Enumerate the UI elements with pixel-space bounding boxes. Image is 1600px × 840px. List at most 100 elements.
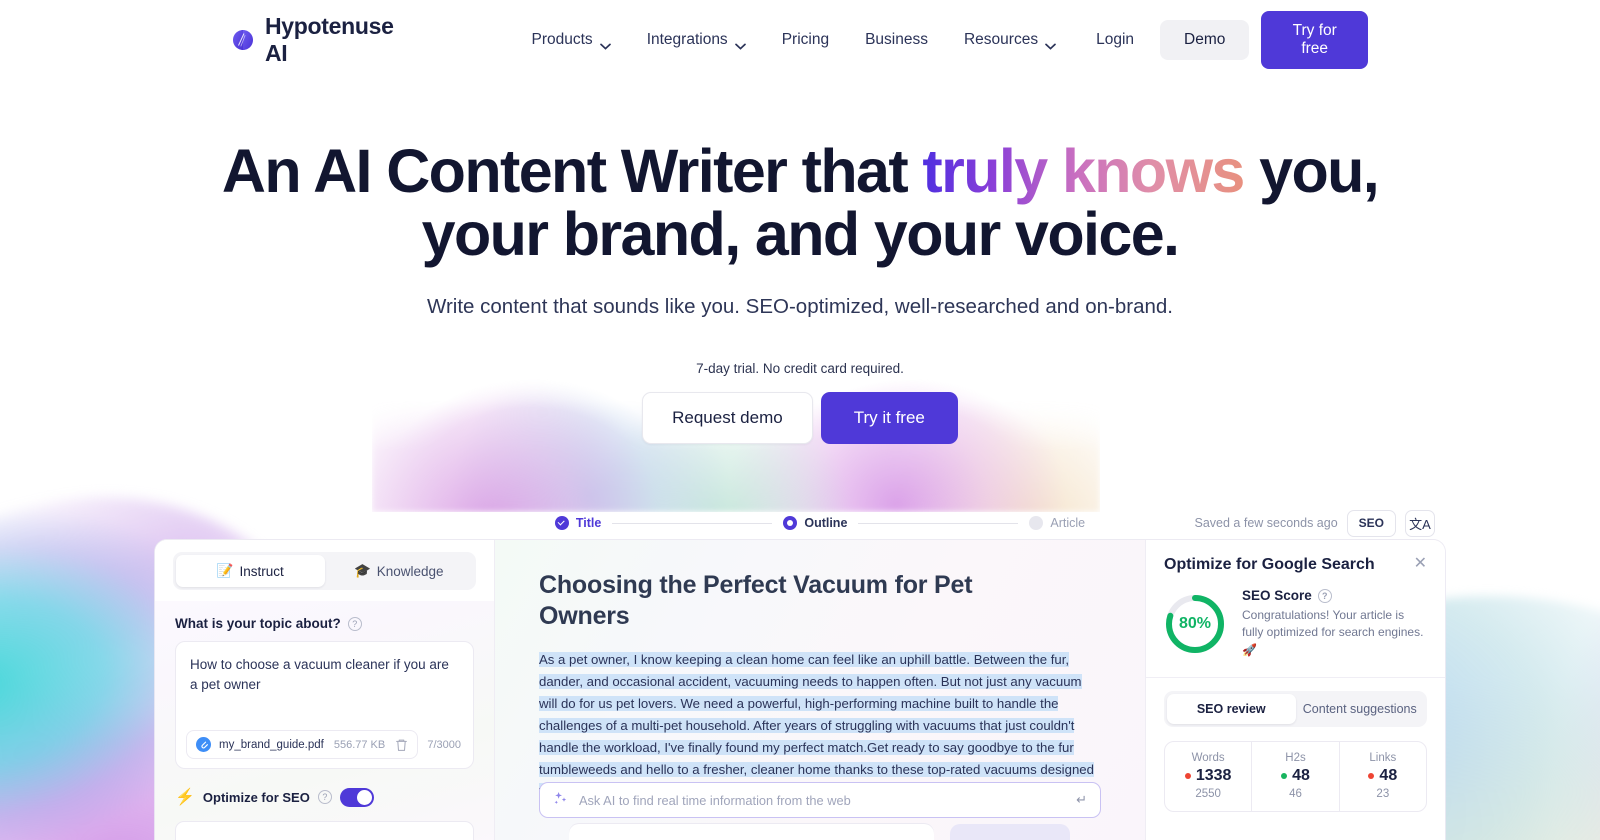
status-dot: [1184, 773, 1191, 780]
seo-panel-header: Optimize for Google Search ✕: [1146, 540, 1445, 574]
tab-label: Knowledge: [376, 563, 444, 579]
nav-item-products[interactable]: Products: [514, 23, 629, 57]
request-demo-button[interactable]: Request demo: [642, 391, 813, 444]
panel-tabs: 📝 Instruct 🎓 Knowledge: [173, 552, 476, 590]
seo-score-ring: 80%: [1164, 593, 1226, 655]
tab-instruct[interactable]: 📝 Instruct: [176, 555, 325, 587]
topic-input-value: How to choose a vacuum cleaner if you ar…: [190, 657, 449, 692]
topic-field-header: What is your topic about? ?: [155, 601, 494, 631]
document-title[interactable]: Choosing the Perfect Vacuum for Pet Owne…: [539, 570, 1009, 632]
help-icon[interactable]: ?: [1317, 588, 1332, 603]
seo-toggle-button[interactable]: SEO: [1346, 509, 1396, 537]
app-toolbar: Title Outline Article Saved a few second…: [155, 506, 1445, 540]
lightning-icon: ⚡: [175, 789, 195, 806]
saved-status: Saved a few seconds ago: [1194, 516, 1338, 530]
hero-section: An AI Content Writer that truly knows yo…: [0, 80, 1600, 444]
nav-label: Pricing: [781, 31, 830, 48]
chevron-down-icon: [734, 37, 746, 50]
character-counter: 7/3000: [427, 738, 461, 751]
optimize-seo-switch[interactable]: [339, 787, 374, 807]
seo-score-label: SEO Score: [1242, 588, 1312, 603]
optimize-seo-row: ⚡ Optimize for SEO ?: [155, 769, 494, 807]
seo-score-title-row: SEO Score ?: [1242, 588, 1427, 603]
app-preview: Title Outline Article Saved a few second…: [155, 506, 1445, 840]
seo-score-description: Congratulations! Your article is fully o…: [1242, 608, 1424, 657]
radio-idle-icon: [1029, 516, 1044, 530]
hero-subtitle: Write content that sounds like you. SEO-…: [427, 294, 1173, 318]
nav-label: Business: [865, 31, 928, 48]
tab-knowledge[interactable]: 🎓 Knowledge: [325, 555, 474, 587]
tab-seo-review[interactable]: SEO review: [1167, 694, 1296, 725]
workflow-stepper: Title Outline Article: [515, 516, 1085, 530]
stepper-connector: [612, 522, 773, 524]
nav-item-resources[interactable]: Resources: [946, 23, 1074, 57]
ask-ai-placeholder: Ask AI to find real time information fro…: [579, 792, 851, 808]
optimize-seo-label: Optimize for SEO: [202, 789, 310, 805]
seo-panel-title: Optimize for Google Search: [1164, 556, 1375, 573]
page-title: An AI Content Writer that truly knows yo…: [210, 137, 1390, 267]
secondary-field-placeholder[interactable]: [175, 821, 474, 840]
document-body-selected-text[interactable]: As a pet owner, I know keeping a clean h…: [539, 652, 1094, 799]
attachment-row: my_brand_guide.pdf 556.77 KB 7/3000: [186, 730, 461, 759]
headline-gradient-text: truly knows: [922, 137, 1245, 205]
seo-score-row: 80% SEO Score ? Congratulations! Your ar…: [1146, 574, 1445, 679]
brand-logo[interactable]: Hypotenuse AI: [232, 13, 414, 67]
topic-input[interactable]: How to choose a vacuum cleaner if you ar…: [175, 641, 474, 769]
editor-card-placeholder-2: [950, 824, 1070, 840]
primary-nav: Products Integrations Pricing Business R…: [514, 23, 1075, 57]
stepper-connector: [858, 522, 1019, 524]
demo-button[interactable]: Demo: [1160, 20, 1250, 60]
step-label: Article: [1050, 516, 1086, 530]
metric-target: 2550: [1195, 788, 1221, 801]
step-outline[interactable]: Outline: [783, 516, 847, 530]
try-for-free-button[interactable]: Try for free: [1261, 11, 1368, 69]
graduation-cap-icon: 🎓: [353, 563, 371, 578]
nav-label: Products: [531, 31, 593, 48]
metric-label: Words: [1191, 752, 1225, 765]
nav-label: Integrations: [646, 31, 728, 48]
metric-label: H2s: [1285, 752, 1306, 765]
metric-target: 46: [1289, 788, 1302, 801]
metric-target: 23: [1376, 788, 1390, 801]
metric-value-row: 48: [1254, 767, 1336, 785]
hypotenuse-logo-icon: [232, 29, 254, 51]
chevron-down-icon: [1045, 37, 1056, 50]
translate-icon-button[interactable]: 文A: [1405, 509, 1435, 537]
chevron-down-icon: [599, 37, 611, 50]
trash-icon[interactable]: [395, 738, 408, 752]
sparkles-icon: [553, 790, 569, 811]
metric-value: 1338: [1195, 767, 1232, 785]
nav-item-pricing[interactable]: Pricing: [764, 23, 847, 57]
login-link[interactable]: Login: [1074, 22, 1156, 58]
file-name: my_brand_guide.pdf: [219, 738, 324, 751]
ask-ai-input[interactable]: Ask AI to find real time information fro…: [539, 782, 1101, 818]
brand-name: Hypotenuse AI: [265, 13, 394, 66]
tab-label: Instruct: [239, 563, 284, 579]
nav-item-business[interactable]: Business: [847, 23, 946, 57]
site-header: Hypotenuse AI Products Integrations Pric…: [0, 0, 1600, 80]
step-label: Outline: [804, 516, 848, 530]
hero-cta-group: Request demo Try it free: [0, 391, 1600, 444]
radio-active-icon: [783, 516, 798, 530]
try-it-free-button[interactable]: Try it free: [820, 391, 958, 444]
step-title[interactable]: Title: [554, 516, 601, 530]
file-attachment-chip[interactable]: my_brand_guide.pdf 556.77 KB: [186, 730, 419, 759]
paperclip-icon: [196, 737, 211, 752]
seo-panel-tabs: SEO review Content suggestions: [1164, 691, 1427, 728]
help-icon[interactable]: ?: [317, 790, 332, 804]
metric-links: Links 48 23: [1340, 742, 1426, 811]
enter-key-icon[interactable]: ↵: [1076, 792, 1087, 808]
document-editor: Choosing the Perfect Vacuum for Pet Owne…: [495, 540, 1145, 840]
step-article[interactable]: Article: [1029, 516, 1085, 530]
landing-page: Hypotenuse AI Products Integrations Pric…: [0, 0, 1600, 840]
help-icon[interactable]: ?: [347, 616, 362, 631]
nav-item-integrations[interactable]: Integrations: [629, 23, 764, 57]
close-icon[interactable]: ✕: [1414, 556, 1427, 572]
metric-value: 48: [1379, 767, 1398, 785]
editor-card-placeholder: [569, 824, 934, 840]
hero-trial-note: 7-day trial. No credit card required.: [696, 360, 904, 376]
app-workspace: 📝 Instruct 🎓 Knowledge What is your topi…: [155, 540, 1445, 840]
tab-content-suggestions[interactable]: Content suggestions: [1296, 694, 1425, 724]
file-size: 556.77 KB: [333, 738, 386, 751]
panel-tabs-wrap: 📝 Instruct 🎓 Knowledge: [155, 540, 494, 601]
